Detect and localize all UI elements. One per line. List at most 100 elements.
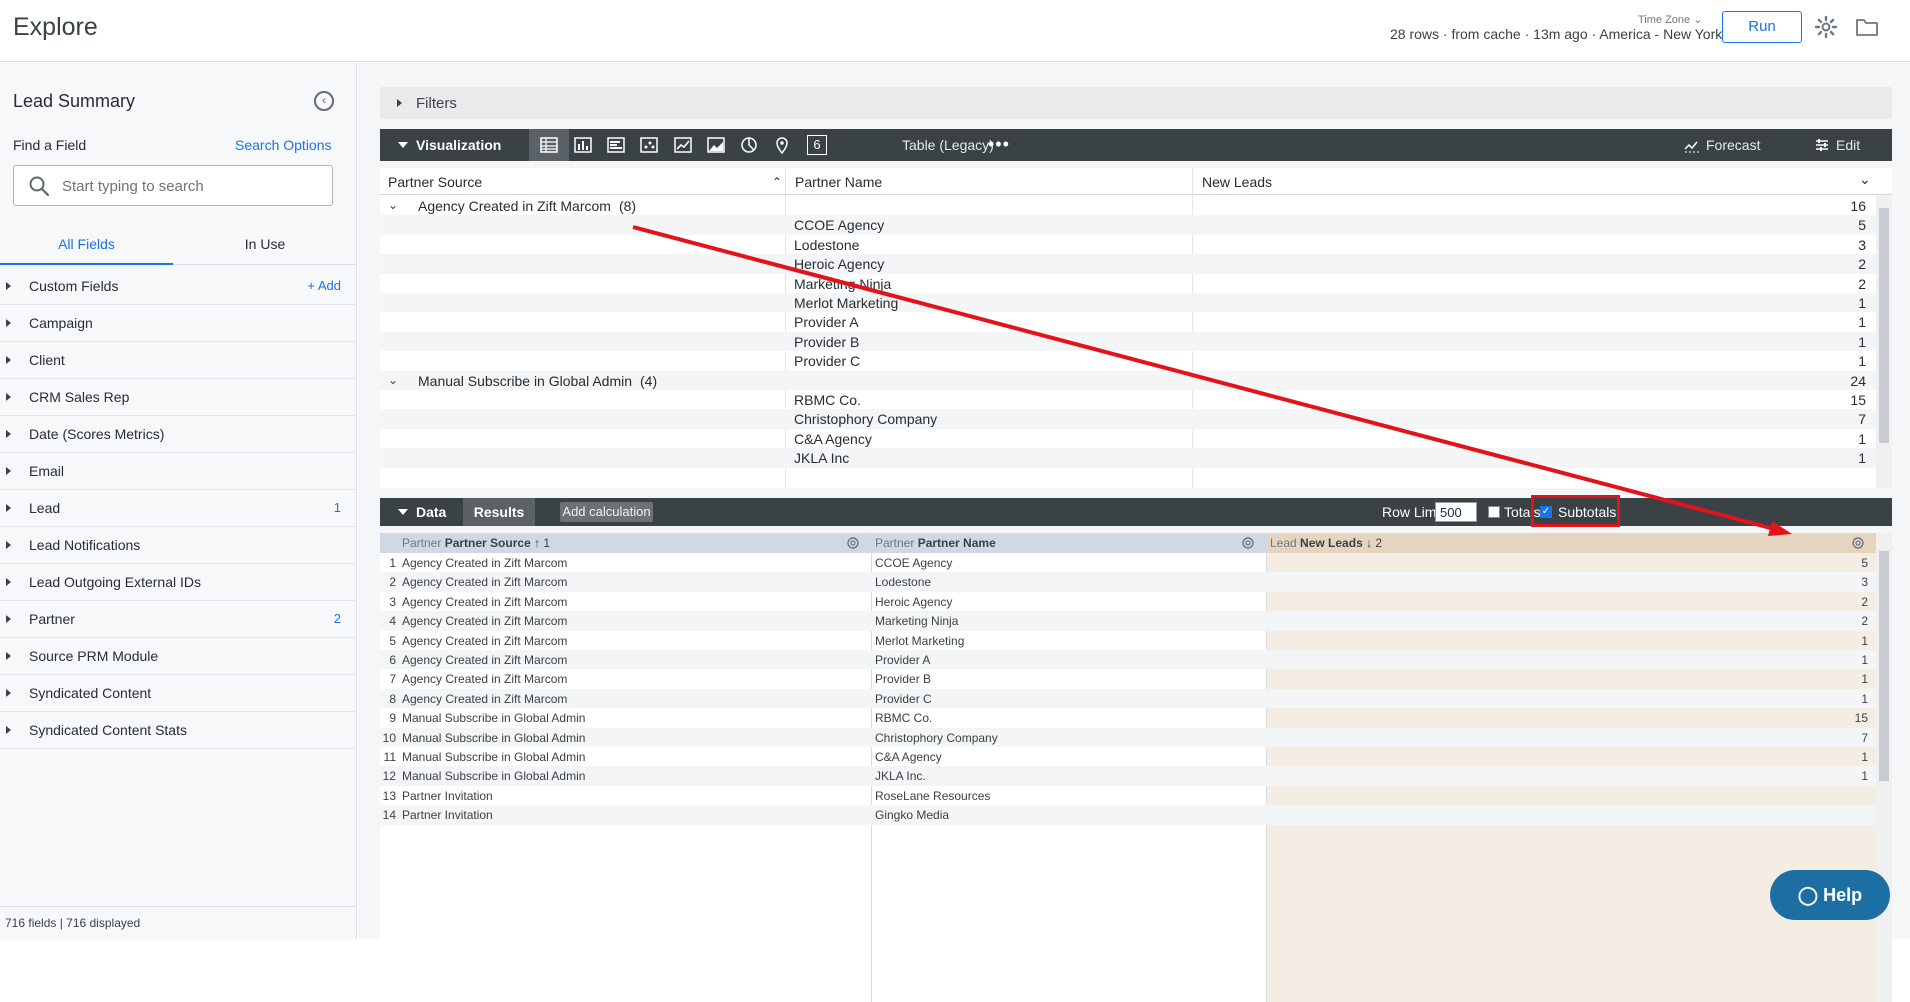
column-chart-icon[interactable] — [573, 135, 593, 155]
partner-name-cell: Merlot Marketing — [794, 295, 899, 311]
partner-source-cell: Manual Subscribe in Global Admin — [402, 769, 586, 784]
partner-source-cell: Manual Subscribe in Global Admin — [402, 750, 586, 764]
folder-icon[interactable] — [1855, 16, 1879, 38]
partner-name-cell: Christophory Company — [794, 411, 938, 428]
table-viz-icon[interactable] — [539, 135, 559, 155]
field-group-custom-fields[interactable]: Custom Fields + Add — [0, 268, 357, 305]
search-options-link[interactable]: Search Options — [235, 137, 332, 153]
forecast-button[interactable]: Forecast — [1706, 137, 1760, 153]
row-number: 11 — [383, 750, 396, 764]
visualization-label[interactable]: Visualization — [416, 137, 501, 153]
field-group-lead-notifications[interactable]: Lead Notifications — [0, 527, 357, 564]
field-group-crm-sales-rep[interactable]: CRM Sales Rep — [0, 379, 357, 416]
field-group-syndicated-content-stats[interactable]: Syndicated Content Stats — [0, 712, 357, 749]
pie-chart-icon[interactable] — [739, 135, 759, 155]
row-number: 10 — [382, 730, 396, 745]
chat-bubble-icon: ◯ — [1797, 885, 1819, 905]
viz-group-row[interactable]: ⌄ Manual Subscribe in Global Admin (4) 24 — [380, 370, 1876, 390]
caret-right-icon — [6, 504, 11, 512]
data-label[interactable]: Data — [416, 504, 446, 520]
partner-name-cell: RBMC Co. — [794, 392, 861, 408]
gear-icon[interactable] — [1814, 15, 1838, 39]
column-header-new-leads[interactable]: New Leads — [1202, 174, 1272, 190]
more-options-icon[interactable]: ••• — [988, 134, 1010, 155]
caret-down-icon[interactable] — [398, 142, 408, 148]
field-group-label: Lead Notifications — [29, 537, 141, 553]
edit-visualization-button[interactable]: Edit — [1836, 137, 1860, 153]
group-source: Agency Created in Zift Marcom — [418, 198, 611, 214]
viz-table-row: Provider C 1 — [380, 351, 1876, 370]
results-row: 6 Agency Created in Zift Marcom Provider A… — [380, 650, 1876, 670]
field-group-lead[interactable]: Lead 1 — [0, 490, 357, 527]
new-leads-cell: 7 — [1861, 730, 1868, 745]
field-group-source-prm-module[interactable]: Source PRM Module — [0, 638, 357, 675]
add-custom-field-button[interactable]: + Add — [307, 278, 341, 293]
caret-right-icon — [6, 393, 11, 401]
partner-name-cell: Marketing Ninja — [875, 614, 959, 629]
timezone-label: Time Zone — [1638, 14, 1691, 26]
field-group-syndicated-content[interactable]: Syndicated Content — [0, 675, 357, 712]
caret-down-icon[interactable] — [398, 509, 408, 515]
filters-section[interactable]: Filters — [380, 87, 1892, 119]
field-group-client[interactable]: Client — [0, 342, 357, 379]
viz-scroll-thumb[interactable] — [1879, 208, 1889, 443]
timezone-dropdown[interactable]: Time Zone ⌄ — [1638, 13, 1702, 26]
field-group-partner[interactable]: Partner 2 — [0, 601, 357, 638]
gear-icon[interactable] — [1240, 535, 1256, 551]
new-leads-cell: 1 — [1861, 633, 1868, 648]
viz-table-row: Provider A 1 — [380, 312, 1876, 331]
column-header-partner-source[interactable]: Partner Source — [388, 174, 482, 190]
sliders-icon — [1816, 139, 1828, 151]
viz-type-label[interactable]: Table (Legacy) — [902, 137, 994, 153]
field-group-label: Source PRM Module — [29, 648, 159, 664]
field-group-label: Custom Fields — [29, 278, 119, 294]
field-search-box[interactable] — [13, 165, 333, 206]
collapse-sidebar-icon[interactable]: ‹ — [314, 91, 334, 111]
caret-right-icon — [6, 467, 11, 475]
chevron-up-icon[interactable]: ⌃ — [772, 175, 782, 189]
field-group-campaign[interactable]: Campaign — [0, 305, 357, 342]
viz-table-row: C&A Agency 1 — [380, 429, 1876, 448]
area-chart-icon[interactable] — [706, 135, 726, 155]
chevron-down-icon[interactable]: ⌄ — [388, 198, 398, 212]
new-leads-cell: 5 — [1861, 556, 1868, 570]
row-number: 6 — [389, 653, 396, 667]
column-header-partner-name[interactable]: Partner Name — [795, 174, 882, 190]
caret-right-icon — [6, 615, 11, 623]
add-calculation-button[interactable]: Add calculation — [560, 502, 653, 522]
bar-chart-icon[interactable] — [606, 135, 626, 155]
filters-label: Filters — [416, 95, 457, 112]
help-button[interactable]: ◯ Help — [1770, 870, 1890, 920]
gear-icon[interactable] — [1850, 535, 1866, 551]
tab-all-fields[interactable]: All Fields — [0, 223, 173, 265]
line-chart-icon[interactable] — [673, 135, 693, 155]
group-label: Manual Subscribe in Global Admin (4) — [418, 373, 657, 389]
top-header: Explore Time Zone ⌄ 28 rows · from cache… — [0, 0, 1910, 62]
results-row: 10 Manual Subscribe in Global Admin Christ… — [380, 727, 1876, 747]
scatter-chart-icon[interactable] — [639, 135, 659, 155]
run-button[interactable]: Run — [1722, 11, 1802, 43]
field-group-label: Email — [29, 463, 65, 479]
totals-checkbox[interactable] — [1488, 506, 1500, 518]
results-scroll-thumb[interactable] — [1879, 551, 1889, 781]
single-value-viz-icon[interactable]: 6 — [807, 135, 827, 155]
field-group-label: Lead Outgoing External IDs — [29, 574, 201, 590]
chevron-down-icon[interactable]: ⌄ — [1859, 171, 1871, 188]
row-limit-input[interactable]: 500 — [1435, 502, 1477, 522]
explore-main: Filters Visualization 6 Table (Legacy) •… — [358, 63, 1910, 1002]
field-group-date-scores-metrics[interactable]: Date (Scores Metrics) — [0, 416, 357, 453]
field-search-input[interactable] — [62, 175, 322, 197]
gear-icon[interactable] — [845, 535, 861, 551]
map-pin-icon[interactable] — [772, 135, 792, 155]
tab-in-use[interactable]: In Use — [173, 223, 357, 265]
chevron-down-icon[interactable]: ⌄ — [388, 373, 398, 387]
group-count: (4) — [640, 372, 658, 389]
viz-table-row: Provider B 1 — [380, 331, 1876, 352]
sort-indicator: ↓ 2 — [1366, 536, 1383, 550]
new-leads-cell: 7 — [1858, 411, 1866, 428]
tab-results[interactable]: Results — [463, 498, 535, 526]
search-icon — [29, 176, 50, 197]
viz-group-row[interactable]: ⌄ Agency Created in Zift Marcom (8) 16 — [380, 196, 1876, 215]
field-group-email[interactable]: Email — [0, 453, 357, 490]
field-group-lead-outgoing-external-ids[interactable]: Lead Outgoing External IDs — [0, 564, 357, 601]
